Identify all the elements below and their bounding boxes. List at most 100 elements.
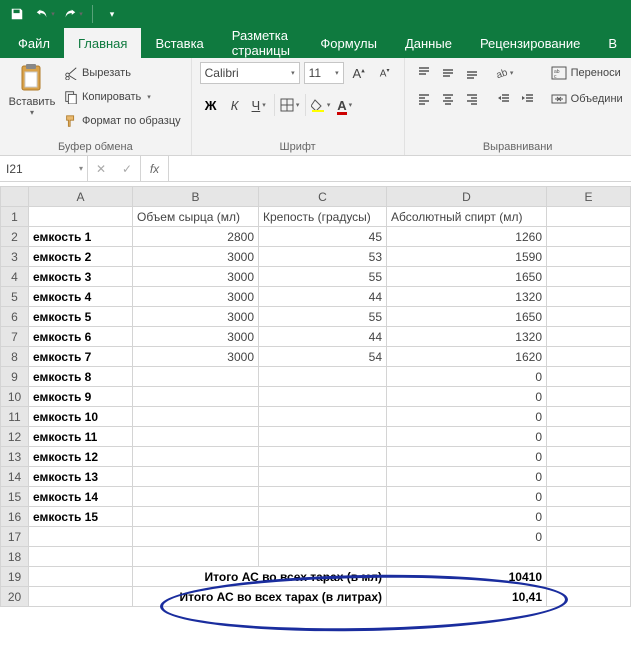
undo-button[interactable]: ▾ <box>34 3 56 25</box>
cancel-edit-button[interactable]: ✕ <box>88 162 114 176</box>
row-header[interactable]: 19 <box>1 567 29 587</box>
borders-button[interactable]: ▾ <box>279 94 301 116</box>
row-header[interactable]: 11 <box>1 407 29 427</box>
row-header[interactable]: 7 <box>1 327 29 347</box>
cell[interactable] <box>547 447 631 467</box>
col-header-B[interactable]: B <box>133 187 259 207</box>
cell[interactable]: емкость 14 <box>29 487 133 507</box>
cell[interactable] <box>259 527 387 547</box>
cell[interactable] <box>133 387 259 407</box>
cell[interactable] <box>547 507 631 527</box>
cut-button[interactable]: Вырезать <box>62 62 183 84</box>
cell[interactable] <box>133 467 259 487</box>
tab-view-partial[interactable]: В <box>594 28 631 58</box>
cell[interactable] <box>547 247 631 267</box>
cell[interactable]: емкость 10 <box>29 407 133 427</box>
formula-input[interactable] <box>169 156 631 181</box>
orientation-button[interactable]: ab▾ <box>493 62 515 84</box>
cell[interactable] <box>547 547 631 567</box>
cell[interactable]: 2800 <box>133 227 259 247</box>
row-header[interactable]: 13 <box>1 447 29 467</box>
font-color-button[interactable]: A ▾ <box>334 94 356 116</box>
cell[interactable] <box>133 527 259 547</box>
increase-indent-button[interactable] <box>517 88 539 110</box>
confirm-edit-button[interactable]: ✓ <box>114 162 140 176</box>
row-header[interactable]: 10 <box>1 387 29 407</box>
cell[interactable] <box>29 567 133 587</box>
cell[interactable] <box>259 427 387 447</box>
cell[interactable]: 1260 <box>387 227 547 247</box>
cell[interactable]: Итого АС во всех тарах (в литрах) <box>133 587 387 607</box>
cell[interactable]: емкость 6 <box>29 327 133 347</box>
cell[interactable] <box>547 407 631 427</box>
cell[interactable]: 45 <box>259 227 387 247</box>
row-header[interactable]: 5 <box>1 287 29 307</box>
format-painter-button[interactable]: Формат по образцу <box>62 110 183 132</box>
tab-formulas[interactable]: Формулы <box>306 28 391 58</box>
cell[interactable] <box>259 407 387 427</box>
row-header[interactable]: 12 <box>1 427 29 447</box>
cell[interactable] <box>547 327 631 347</box>
cell[interactable] <box>133 367 259 387</box>
name-box[interactable]: I21 ▾ <box>0 156 88 181</box>
cell[interactable]: емкость 8 <box>29 367 133 387</box>
cell[interactable]: 44 <box>259 327 387 347</box>
row-header[interactable]: 1 <box>1 207 29 227</box>
align-center-button[interactable] <box>437 88 459 110</box>
cell[interactable]: 0 <box>387 407 547 427</box>
cell[interactable]: 1590 <box>387 247 547 267</box>
tab-home[interactable]: Главная <box>64 28 141 58</box>
italic-button[interactable]: К <box>224 94 246 116</box>
cell[interactable]: 0 <box>387 467 547 487</box>
col-header-E[interactable]: E <box>547 187 631 207</box>
row-header[interactable]: 20 <box>1 587 29 607</box>
col-header-A[interactable]: A <box>29 187 133 207</box>
col-header-D[interactable]: D <box>387 187 547 207</box>
cell[interactable]: емкость 13 <box>29 467 133 487</box>
customize-qat-button[interactable]: ▾ <box>101 3 123 25</box>
cell[interactable]: 0 <box>387 447 547 467</box>
cell[interactable]: 0 <box>387 367 547 387</box>
cell[interactable] <box>547 307 631 327</box>
row-header[interactable]: 15 <box>1 487 29 507</box>
merge-button[interactable]: Объедини <box>551 88 623 110</box>
row-header[interactable]: 4 <box>1 267 29 287</box>
cell[interactable] <box>133 447 259 467</box>
cell[interactable] <box>259 447 387 467</box>
cell[interactable] <box>133 427 259 447</box>
cell[interactable]: емкость 9 <box>29 387 133 407</box>
cell[interactable] <box>259 367 387 387</box>
cell[interactable]: 3000 <box>133 267 259 287</box>
cell[interactable]: емкость 4 <box>29 287 133 307</box>
tab-data[interactable]: Данные <box>391 28 466 58</box>
align-top-button[interactable] <box>413 62 435 84</box>
row-header[interactable]: 16 <box>1 507 29 527</box>
fill-color-button[interactable]: ▾ <box>310 94 332 116</box>
cell[interactable]: 53 <box>259 247 387 267</box>
cell[interactable]: емкость 5 <box>29 307 133 327</box>
cell[interactable]: Итого АС во всех тарах (в мл) <box>133 567 387 587</box>
cell[interactable]: 1650 <box>387 267 547 287</box>
save-button[interactable] <box>6 3 28 25</box>
font-name-select[interactable]: Calibri ▾ <box>200 62 300 84</box>
cell[interactable]: 10410 <box>387 567 547 587</box>
cell[interactable]: емкость 12 <box>29 447 133 467</box>
cell[interactable] <box>547 467 631 487</box>
select-all-button[interactable] <box>1 187 29 207</box>
cell[interactable]: 3000 <box>133 347 259 367</box>
cell[interactable]: 3000 <box>133 287 259 307</box>
wrap-text-button[interactable]: abc Переноси <box>551 62 623 84</box>
cell[interactable]: емкость 7 <box>29 347 133 367</box>
cell[interactable] <box>259 507 387 527</box>
cell[interactable] <box>547 207 631 227</box>
decrease-font-button[interactable]: A▾ <box>374 62 396 84</box>
cell[interactable] <box>547 587 631 607</box>
cell[interactable] <box>259 387 387 407</box>
cell[interactable]: 0 <box>387 427 547 447</box>
row-header[interactable]: 17 <box>1 527 29 547</box>
cell[interactable]: 0 <box>387 527 547 547</box>
cell[interactable]: емкость 1 <box>29 227 133 247</box>
cell[interactable]: емкость 15 <box>29 507 133 527</box>
decrease-indent-button[interactable] <box>493 88 515 110</box>
cell[interactable] <box>259 547 387 567</box>
